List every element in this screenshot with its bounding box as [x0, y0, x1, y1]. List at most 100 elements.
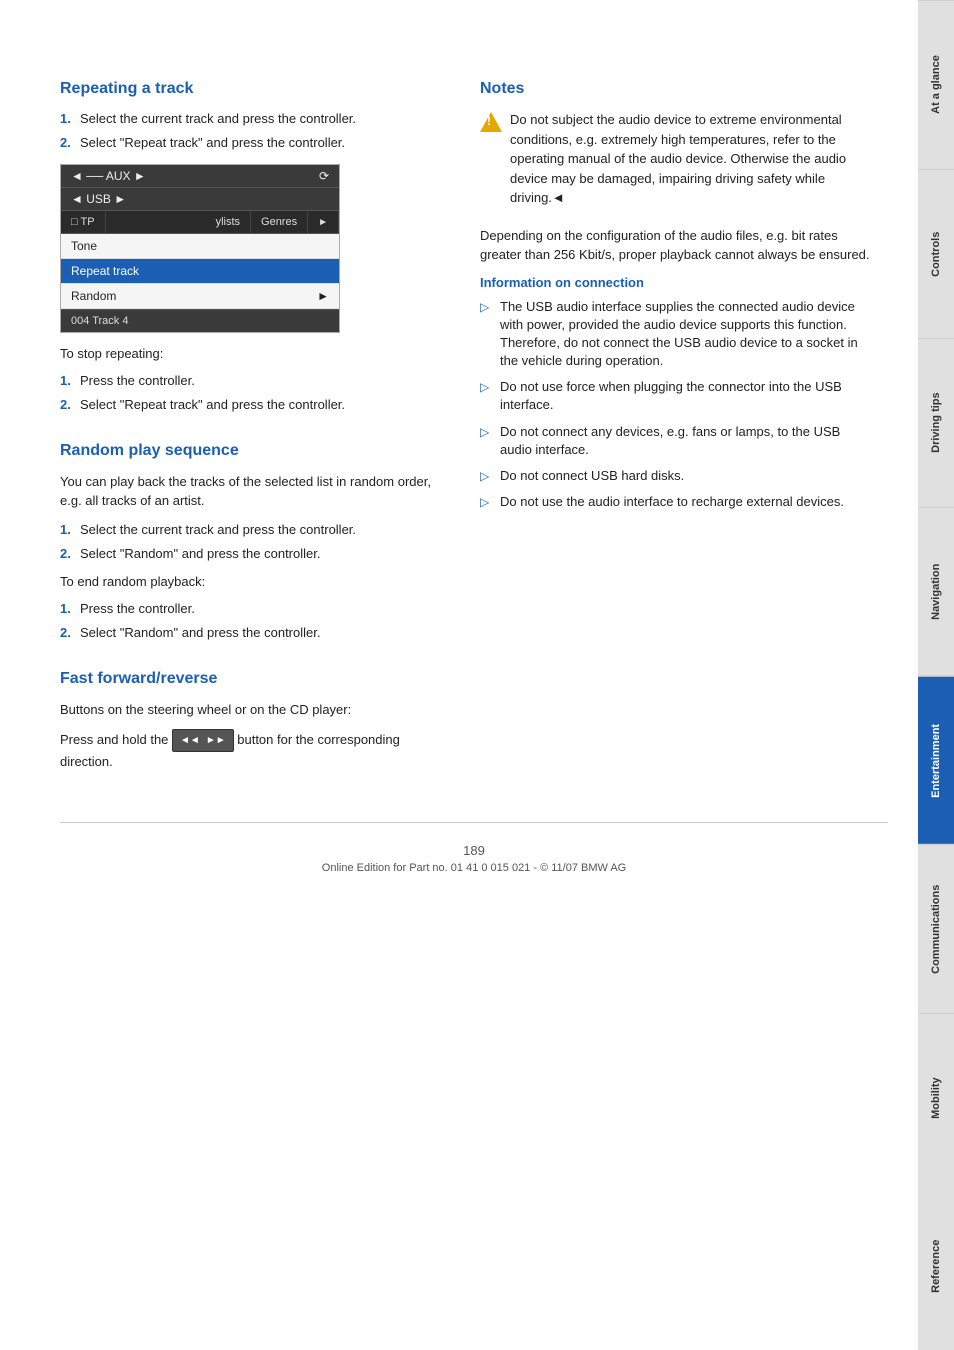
fast-intro: Buttons on the steering wheel or on the … [60, 700, 450, 720]
bullet-text: Do not use the audio interface to rechar… [500, 493, 844, 511]
end-random-text: To end random playback: [60, 573, 450, 591]
step-num: 2. [60, 134, 74, 152]
step-num: 1. [60, 600, 74, 618]
ui-arrow-item: ► [308, 211, 339, 233]
step-text: Select "Random" and press the controller… [80, 545, 320, 563]
warning-text: Do not subject the audio device to extre… [510, 110, 870, 216]
secondbar-label: ◄ USB ► [71, 192, 126, 206]
footer-text: Online Edition for Part no. 01 41 0 015 … [60, 862, 888, 874]
bullet-item: ▷ Do not use the audio interface to rech… [480, 493, 870, 511]
random-step-item: 2. Select "Random" and press the control… [60, 545, 450, 563]
bullet-arrow-icon: ▷ [480, 378, 492, 414]
fast-detail: Press and hold the ◄◄ ►► button for the … [60, 729, 450, 772]
tab-mobility[interactable]: Mobility [918, 1013, 954, 1182]
ui-menubar: □ TP ylists Genres ► [61, 211, 339, 234]
step-text: Select "Repeat track" and press the cont… [80, 134, 345, 152]
bullet-item: ▷ Do not use force when plugging the con… [480, 378, 870, 414]
stop-step-item: 1. Press the controller. [60, 372, 450, 390]
step-text: Select the current track and press the c… [80, 110, 356, 128]
ui-screenshot: ◄ ── AUX ► ⟳ ◄ USB ► □ TP ylists Genres … [60, 164, 340, 333]
topbar-left: ◄ ── AUX ► [71, 169, 146, 183]
random-label: Random [71, 289, 116, 303]
ui-genres-item: Genres [251, 211, 308, 233]
step-text: Press the controller. [80, 372, 195, 390]
bullet-text: Do not use force when plugging the conne… [500, 378, 870, 414]
tab-label: Reference [930, 1239, 942, 1292]
tab-label: Communications [930, 885, 942, 974]
step-text: Select the current track and press the c… [80, 521, 356, 539]
info-connection-title: Information on connection [480, 275, 870, 290]
topbar-right: ⟳ [319, 169, 329, 183]
ff-buttons: ◄◄ ►► [172, 729, 234, 752]
page-number: 189 [60, 843, 888, 858]
tab-label: At a glance [930, 56, 942, 115]
ff-back-icon: ◄◄ [177, 732, 203, 749]
step-num: 1. [60, 110, 74, 128]
side-tabs: At a glance Controls Driving tips Naviga… [918, 0, 954, 1350]
bullet-list: ▷ The USB audio interface supplies the c… [480, 298, 870, 512]
warning-block: Do not subject the audio device to extre… [480, 110, 870, 216]
tab-driving-tips[interactable]: Driving tips [918, 338, 954, 507]
fast-forward-title: Fast forward/reverse [60, 670, 450, 688]
tab-label: Entertainment [930, 723, 942, 797]
ui-row-tone: Tone [61, 234, 339, 259]
step-num: 2. [60, 545, 74, 563]
tp-label: □ TP [71, 216, 95, 228]
bullet-text: The USB audio interface supplies the con… [500, 298, 870, 371]
tab-reference[interactable]: Reference [918, 1182, 954, 1350]
repeating-steps: 1. Select the current track and press th… [60, 110, 450, 152]
tab-label: Navigation [930, 563, 942, 619]
random-step-item: 1. Select the current track and press th… [60, 521, 450, 539]
end-step-item: 2. Select "Random" and press the control… [60, 624, 450, 642]
bullet-arrow-icon: ▷ [480, 298, 492, 371]
notes-title: Notes [480, 80, 870, 98]
bullet-item: ▷ The USB audio interface supplies the c… [480, 298, 870, 371]
tab-label: Mobility [930, 1077, 942, 1119]
ui-ylists-item: ylists [206, 211, 251, 233]
random-play-title: Random play sequence [60, 442, 450, 460]
repeating-track-title: Repeating a track [60, 80, 450, 98]
tab-controls[interactable]: Controls [918, 169, 954, 338]
tab-at-a-glance[interactable]: At a glance [918, 0, 954, 169]
fast-detail-prefix: Press and hold the [60, 732, 168, 747]
step-text: Select "Repeat track" and press the cont… [80, 396, 345, 414]
end-step-item: 1. Press the controller. [60, 600, 450, 618]
bullet-item: ▷ Do not connect USB hard disks. [480, 467, 870, 485]
step-num: 2. [60, 396, 74, 414]
ui-topbar: ◄ ── AUX ► ⟳ [61, 165, 339, 188]
bullet-arrow-icon: ▷ [480, 423, 492, 459]
tab-communications[interactable]: Communications [918, 844, 954, 1013]
step-text: Select "Random" and press the controller… [80, 624, 320, 642]
step-text: Press the controller. [80, 600, 195, 618]
step-item: 1. Select the current track and press th… [60, 110, 450, 128]
stop-repeat-text: To stop repeating: [60, 345, 450, 363]
note-para2: Depending on the configuration of the au… [480, 226, 870, 265]
step-item: 2. Select "Repeat track" and press the c… [60, 134, 450, 152]
ui-rows: Tone Repeat track Random ► [61, 234, 339, 309]
tab-entertainment[interactable]: Entertainment [918, 676, 954, 845]
random-arrow: ► [317, 289, 329, 303]
ui-secondbar: ◄ USB ► [61, 188, 339, 211]
stop-step-item: 2. Select "Repeat track" and press the c… [60, 396, 450, 414]
step-num: 1. [60, 521, 74, 539]
ff-forward-icon: ►► [203, 732, 229, 749]
bullet-arrow-icon: ▷ [480, 467, 492, 485]
ui-row-random: Random ► [61, 284, 339, 309]
bullet-text: Do not connect USB hard disks. [500, 467, 684, 485]
bullet-item: ▷ Do not connect any devices, e.g. fans … [480, 423, 870, 459]
footer: 189 Online Edition for Part no. 01 41 0 … [60, 822, 888, 884]
step-num: 1. [60, 372, 74, 390]
ui-tp-item: □ TP [61, 211, 106, 233]
tab-navigation[interactable]: Navigation [918, 507, 954, 676]
tab-label: Driving tips [930, 392, 942, 453]
stop-steps: 1. Press the controller. 2. Select "Repe… [60, 372, 450, 414]
bullet-arrow-icon: ▷ [480, 493, 492, 511]
random-steps: 1. Select the current track and press th… [60, 521, 450, 563]
ui-row-repeat: Repeat track [61, 259, 339, 284]
ui-track: 004 Track 4 [61, 309, 339, 332]
bullet-text: Do not connect any devices, e.g. fans or… [500, 423, 870, 459]
step-num: 2. [60, 624, 74, 642]
end-random-steps: 1. Press the controller. 2. Select "Rand… [60, 600, 450, 642]
tab-label: Controls [930, 231, 942, 276]
random-intro: You can play back the tracks of the sele… [60, 472, 450, 511]
